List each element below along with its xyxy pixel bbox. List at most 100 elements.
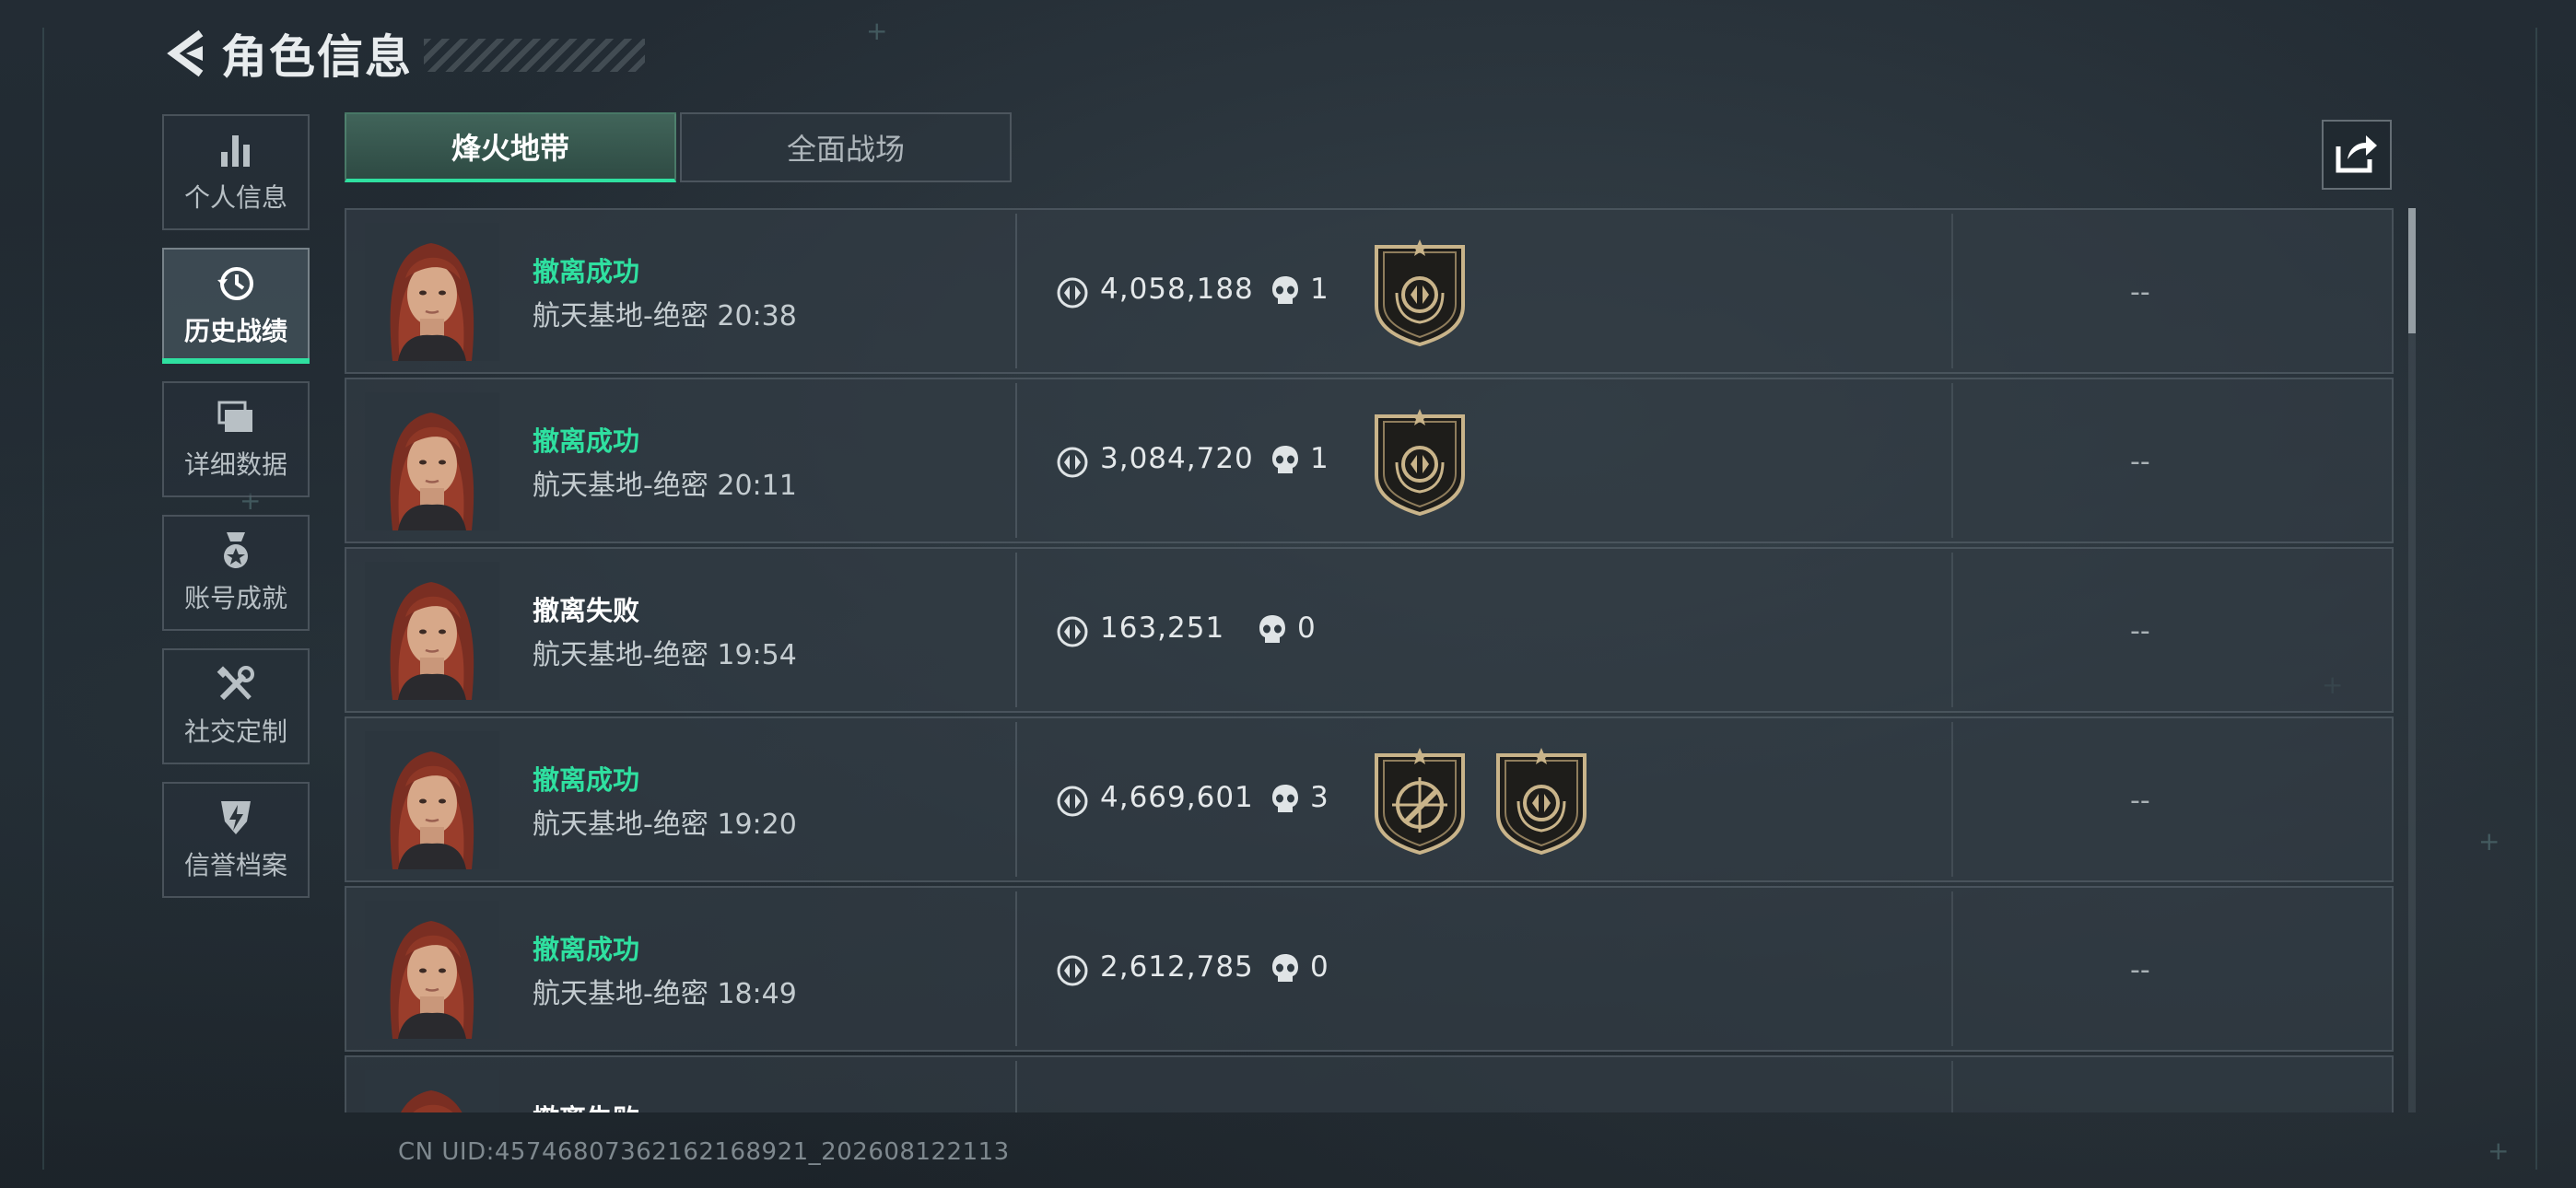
bar-chart-icon [216,130,256,170]
map-and-time: 航天基地-绝密 19:20 [533,809,797,841]
match-history-list[interactable]: 撤离成功 航天基地-绝密 20:38 4,058,188 1 -- 撤离成功 航天基地-… [345,208,2395,1112]
coin-value-icon [1056,615,1089,648]
column-divider [1015,1061,1017,1112]
kill-count: 3 [1310,781,1329,814]
chevron-left-icon[interactable] [162,24,212,83]
tab-warzone[interactable]: 烽火地带 [345,112,676,182]
match-record-row[interactable]: 撤离成功航天基地-绝密 18:49 2,612,785 0 -- [345,886,2394,1052]
score-placeholder: -- [2130,446,2150,478]
kill-count: 1 [1310,442,1329,475]
share-export-icon [2335,132,2379,178]
map-and-time: 航天基地-绝密 20:38 [533,300,797,332]
score-placeholder: -- [2130,954,2150,986]
column-divider [1951,1061,1953,1112]
extracted-value: 4,669,601 [1100,781,1254,814]
skull-kills-icon [1270,783,1301,818]
match-record-row[interactable]: 撤离失败航天基地-绝密 19:54 163,251 0 -- [345,547,2394,713]
wrench-screwdriver-icon [216,664,256,705]
coin-value-icon [1056,446,1089,479]
extraction-result: 撤离成功 [533,256,640,287]
extraction-result: 撤离成功 [533,425,640,457]
column-divider [1015,383,1017,538]
extraction-emblem-badge[interactable] [1493,746,1590,856]
hud-frame-line [42,28,44,1170]
kill-count: 1 [1310,273,1329,306]
crosshair-rifle-badge[interactable] [1371,746,1469,856]
operator-avatar [365,562,499,700]
sidebar-item-label: 历史战绩 [183,316,287,346]
share-button[interactable] [2322,120,2392,190]
score-placeholder: -- [2130,276,2150,309]
skull-kills-icon [1270,952,1301,987]
score-placeholder: -- [2130,615,2150,647]
tab-full-battlefield[interactable]: 全面战场 [680,112,1012,182]
extracted-value: 3,084,720 [1100,442,1254,475]
sidebar: 个人信息 历史战绩 详细数据 账号成就 社交定制 信誉档案 [162,114,313,915]
skull-kills-icon [1270,274,1301,309]
match-record-row[interactable]: 撤离成功航天基地-绝密 20:11 3,084,720 1 -- [345,378,2394,543]
sidebar-item-history[interactable]: 历史战绩 [162,248,310,364]
coin-value-icon [1056,276,1089,309]
map-and-time: 航天基地-绝密 19:54 [533,639,797,671]
kill-count: 0 [1297,611,1316,645]
mode-tabs: 烽火地带 全面战场 [345,112,1012,182]
column-divider [1015,553,1017,707]
history-clock-icon [216,263,256,304]
sidebar-item-reputation[interactable]: 信誉档案 [162,782,310,898]
extraction-result: 撤离失败 [533,1098,639,1112]
column-divider [1951,214,1953,368]
scrollbar[interactable] [2408,208,2416,1112]
operator-avatar [365,901,499,1039]
operator-avatar [365,1070,499,1112]
kill-count: 0 [1310,950,1329,984]
extracted-value: 2,612,785 [1100,950,1254,984]
extraction-result: 撤离成功 [533,764,640,796]
sidebar-item-label: 详细数据 [183,449,287,480]
page-title: 角色信息 [221,30,413,84]
operator-avatar [365,223,499,361]
folder-stack-icon [216,397,256,437]
column-divider [1951,891,1953,1046]
extraction-emblem-badge[interactable] [1371,238,1469,347]
match-record-row[interactable]: 撤离失败 [345,1055,2394,1112]
hud-crosshair-mark: + [2488,1136,2510,1166]
map-and-time: 航天基地-绝密 20:11 [533,470,797,502]
column-divider [1015,891,1017,1046]
operator-avatar [365,731,499,869]
sidebar-item-label: 个人信息 [183,182,287,213]
sidebar-item-label: 账号成就 [183,583,287,613]
sidebar-item-personal-info[interactable]: 个人信息 [162,114,310,230]
sidebar-item-label: 社交定制 [183,716,287,747]
uid-label: CN UID:4574680736216216892​1_20260812211… [398,1138,1010,1166]
extraction-result: 撤离失败 [533,595,640,626]
column-divider [1015,214,1017,368]
match-record-row[interactable]: 撤离成功航天基地-绝密 20:38 4,058,188 1 -- [345,208,2394,374]
column-divider [1015,722,1017,877]
scrollbar-thumb[interactable] [2408,208,2416,333]
hud-frame-line [2535,28,2537,1170]
column-divider [1951,722,1953,877]
coin-value-icon [1056,785,1089,818]
extraction-emblem-badge[interactable] [1371,407,1469,517]
sidebar-item-achievements[interactable]: 账号成就 [162,515,310,631]
shield-bolt-icon [216,798,256,838]
sidebar-item-social[interactable]: 社交定制 [162,648,310,764]
skull-kills-icon [1257,613,1288,648]
extracted-value: 4,058,188 [1100,273,1254,306]
column-divider [1951,553,1953,707]
sidebar-item-detail-data[interactable]: 详细数据 [162,381,310,497]
operator-avatar [365,392,499,530]
hud-crosshair-mark: + [2478,826,2500,856]
skull-kills-icon [1270,444,1301,479]
coin-value-icon [1056,954,1089,987]
map-and-time: 航天基地-绝密 18:49 [533,978,797,1010]
column-divider [1951,383,1953,538]
extraction-result: 撤离成功 [533,934,640,965]
sidebar-item-label: 信誉档案 [183,850,287,880]
match-record-row[interactable]: 撤离成功航天基地-绝密 19:20 4,669,601 3 -- [345,716,2394,882]
title-decoration [424,39,645,72]
medal-icon [216,530,256,571]
page-header: 角色信息 [162,24,645,84]
score-placeholder: -- [2130,785,2150,817]
extracted-value: 163,251 [1100,611,1225,645]
